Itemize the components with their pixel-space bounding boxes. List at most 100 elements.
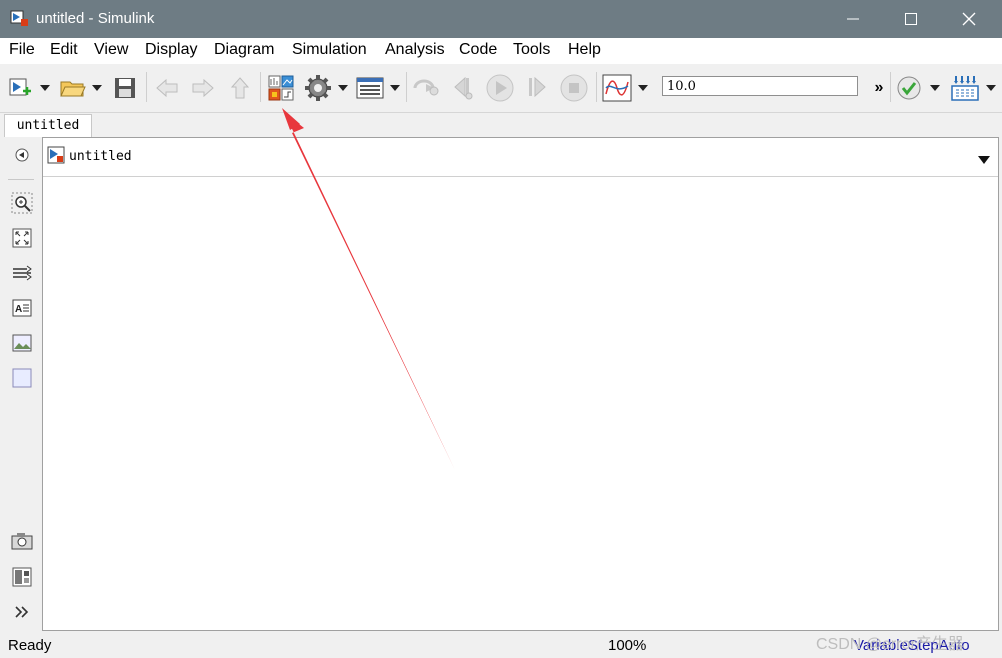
scope-icon (602, 74, 632, 102)
model-config-icon (305, 75, 331, 101)
zoom-level: 100% (608, 637, 647, 654)
fit-view-icon (12, 228, 32, 248)
model-advisor-dropdown[interactable] (928, 72, 942, 104)
stop-icon (560, 74, 588, 102)
menu-diagram[interactable]: Diagram (214, 41, 274, 59)
save-button[interactable] (110, 72, 140, 104)
status-text: Ready (8, 637, 52, 654)
model-tab-row: untitled (0, 113, 1002, 137)
library-browser-icon (268, 75, 294, 101)
model-explorer-dropdown[interactable] (388, 72, 402, 104)
area-button[interactable] (10, 366, 34, 390)
check-icon (897, 76, 921, 100)
palette: A (0, 137, 42, 632)
model-explorer-button[interactable] (354, 72, 386, 104)
back-button[interactable] (152, 72, 182, 104)
menu-view[interactable]: View (94, 41, 128, 59)
model-browser-icon (12, 567, 32, 587)
image-icon (12, 334, 32, 352)
run-button[interactable] (484, 72, 516, 104)
menu-analysis[interactable]: Analysis (385, 41, 445, 59)
new-model-icon (9, 78, 31, 96)
expand-palette-button[interactable] (10, 600, 34, 624)
route-lines-icon (13, 265, 32, 281)
menu-display[interactable]: Display (145, 41, 197, 59)
model-browser-button[interactable] (10, 565, 34, 589)
annotation-icon: A (12, 299, 32, 317)
menu-edit[interactable]: Edit (50, 41, 78, 59)
zoom-button[interactable] (10, 191, 34, 215)
model-config-dropdown[interactable] (336, 72, 350, 104)
up-icon (230, 77, 250, 99)
stop-time-input[interactable]: 10.0 (662, 76, 858, 96)
model-advisor-button[interactable] (894, 72, 924, 104)
save-icon (115, 78, 135, 98)
open-button[interactable] (58, 72, 88, 104)
simulation-data-inspector-button[interactable] (600, 72, 634, 104)
step-forward-icon (529, 76, 546, 98)
zoom-in-icon (11, 192, 33, 214)
toolbar-overflow-button[interactable]: » (870, 72, 888, 104)
screenshot-button[interactable] (10, 529, 34, 553)
window-title: untitled - Simulink (36, 10, 155, 27)
forward-button[interactable] (188, 72, 218, 104)
model-canvas[interactable]: untitled (42, 137, 999, 631)
toolbar: 10.0 » (0, 64, 1002, 113)
minimize-button[interactable] (830, 0, 876, 38)
chevron-down-icon (390, 85, 400, 91)
build-button[interactable] (948, 72, 982, 104)
up-button[interactable] (225, 72, 255, 104)
chevron-down-icon (986, 85, 996, 91)
chevron-down-icon (338, 85, 348, 91)
hide-browser-button[interactable] (10, 143, 34, 167)
menu-tools[interactable]: Tools (513, 41, 550, 59)
open-icon (60, 81, 86, 97)
close-button[interactable] (946, 0, 992, 38)
maximize-icon (905, 13, 917, 25)
model-icon (47, 146, 65, 164)
simulink-app-icon (10, 10, 28, 26)
collapse-icon (15, 148, 29, 162)
menu-help[interactable]: Help (568, 41, 601, 59)
chevron-down-icon (92, 85, 102, 91)
step-back-icon (413, 79, 439, 96)
open-dropdown[interactable] (90, 72, 104, 104)
library-browser-button[interactable] (264, 72, 298, 104)
breadcrumb-dropdown[interactable] (978, 151, 990, 167)
title-bar: untitled - Simulink (0, 0, 1002, 38)
step-back-button[interactable] (450, 72, 480, 104)
forward-icon (192, 78, 214, 98)
chevron-down-icon (978, 156, 990, 164)
minimize-icon (847, 18, 859, 20)
tab-untitled[interactable]: untitled (4, 114, 92, 137)
double-chevron-right-icon (15, 606, 29, 618)
new-model-dropdown[interactable] (38, 72, 52, 104)
svg-text:A: A (15, 304, 22, 315)
watermark: CSDN @error产生器 (816, 636, 964, 653)
image-button[interactable] (10, 331, 34, 355)
breadcrumb-label[interactable]: untitled (69, 149, 132, 164)
annotation-button[interactable]: A (10, 296, 34, 320)
build-dropdown[interactable] (984, 72, 998, 104)
chevron-down-icon (638, 85, 648, 91)
breadcrumb: untitled (43, 138, 998, 177)
menu-code[interactable]: Code (459, 41, 497, 59)
maximize-button[interactable] (888, 0, 934, 38)
scope-dropdown[interactable] (636, 72, 650, 104)
chevron-down-icon (40, 85, 50, 91)
fit-to-view-button[interactable] (10, 226, 34, 250)
build-icon (951, 76, 979, 101)
close-icon (962, 12, 976, 26)
stop-button[interactable] (558, 72, 590, 104)
menu-simulation[interactable]: Simulation (292, 41, 367, 59)
menu-file[interactable]: File (9, 41, 35, 59)
step-back-icon (454, 76, 473, 100)
run-icon (486, 74, 514, 102)
new-model-button[interactable] (6, 72, 36, 104)
model-config-button[interactable] (302, 72, 334, 104)
menu-bar: File Edit View Display Diagram Simulatio… (0, 38, 1002, 64)
stepping-options-button[interactable] (410, 72, 444, 104)
model-explorer-icon (356, 77, 384, 99)
arrange-button[interactable] (10, 261, 34, 285)
step-forward-button[interactable] (522, 72, 552, 104)
